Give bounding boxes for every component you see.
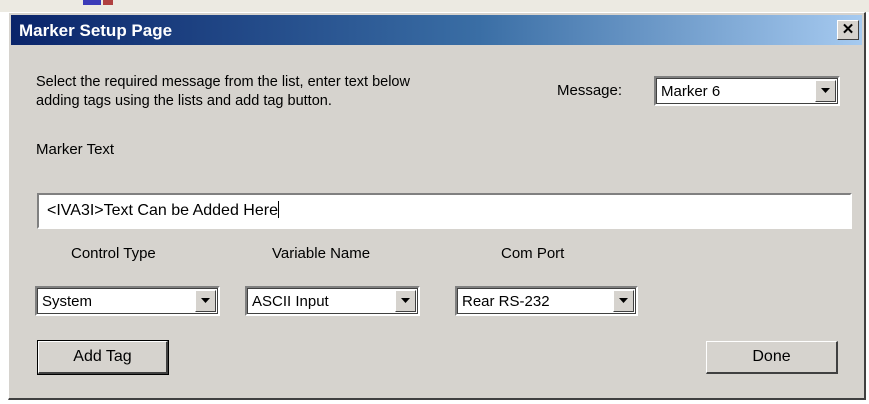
chevron-down-icon — [821, 88, 830, 93]
instructions-line: adding tags using the lists and add tag … — [36, 93, 332, 109]
instructions-text: Select the required message from the lis… — [36, 73, 556, 111]
com-port-dropdown[interactable]: Rear RS-232 — [455, 286, 638, 316]
message-dropdown-button[interactable] — [815, 80, 836, 102]
close-icon: ✕ — [841, 21, 855, 38]
chevron-down-icon — [401, 298, 410, 303]
chevron-down-icon — [619, 298, 628, 303]
window-title: Marker Setup Page — [19, 21, 173, 40]
text-caret — [277, 201, 279, 218]
add-tag-button[interactable]: Add Tag — [37, 340, 169, 375]
control-type-label: Control Type — [71, 245, 156, 262]
close-button[interactable]: ✕ — [837, 20, 859, 40]
variable-name-label: Variable Name — [272, 245, 371, 262]
control-type-dropdown-button[interactable] — [195, 290, 216, 312]
marker-setup-dialog: Marker Setup Page ✕ Select the required … — [8, 12, 866, 400]
marker-text-input[interactable]: <IVA3I>Text Can be Added Here — [37, 193, 852, 229]
variable-name-dropdown[interactable]: ASCII Input — [245, 286, 420, 316]
background-mark — [83, 0, 101, 5]
control-type-value: System — [42, 293, 93, 310]
chevron-down-icon — [201, 298, 210, 303]
message-value: Marker 6 — [661, 83, 721, 100]
control-type-dropdown[interactable]: System — [35, 286, 220, 316]
variable-name-value: ASCII Input — [252, 293, 329, 310]
com-port-dropdown-button[interactable] — [613, 290, 634, 312]
done-button[interactable]: Done — [706, 341, 838, 374]
com-port-value: Rear RS-232 — [462, 293, 550, 310]
marker-text-label: Marker Text — [36, 141, 115, 158]
title-bar[interactable]: Marker Setup Page ✕ — [11, 15, 862, 45]
com-port-label: Com Port — [501, 245, 565, 262]
variable-name-dropdown-button[interactable] — [395, 290, 416, 312]
background-strip — [0, 0, 869, 12]
background-mark — [103, 0, 113, 5]
instructions-line: Select the required message from the lis… — [36, 74, 410, 90]
marker-text-value: <IVA3I>Text Can be Added Here — [47, 202, 278, 219]
message-dropdown[interactable]: Marker 6 — [654, 76, 840, 106]
message-label: Message: — [557, 82, 623, 99]
